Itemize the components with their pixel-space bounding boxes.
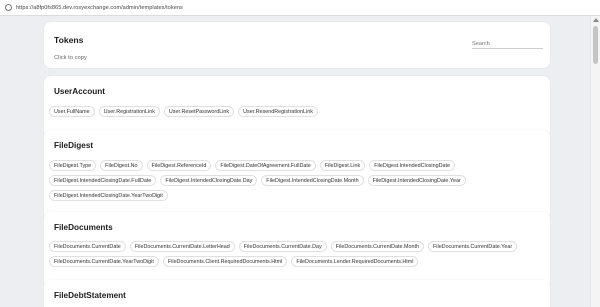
token-chip[interactable]: FileDocuments.CurrentDate.LetterHead [129,241,235,252]
token-chip[interactable]: FileDocuments.CurrentDate [49,241,126,252]
token-chip[interactable]: FileDigest.IntendedClosingDate.FullDate [49,175,157,186]
scroll-up-arrow-icon[interactable] [593,18,599,22]
section-filedocuments: FileDocuments FileDocuments.CurrentDate F… [44,212,550,288]
token-chip[interactable]: FileDigest.IntendedClosingDate.Day [160,175,258,186]
token-chip[interactable]: FileDocuments.CurrentDate.YearTwoDigit [49,256,159,267]
click-to-copy-hint: Click to copy [54,55,87,61]
token-chip[interactable]: FileDocuments.CurrentDate.Month [330,241,424,252]
token-chip[interactable]: FileDocuments.CurrentDate.Year [428,241,518,252]
token-chip[interactable]: FileDigest.IntendedClosingDate.Month [261,175,364,186]
tokens-page: Tokens Click to copy UserAccount User.Fu… [0,16,590,307]
section-title: FileDocuments [54,223,113,232]
token-chip[interactable]: User.RegistrationLink [98,106,160,117]
section-useraccount: UserAccount User.FullName User.Registrati… [44,76,550,138]
token-chip[interactable]: FileDigest.IntendedClosingDate [369,160,456,171]
page-title: Tokens [54,35,84,45]
token-chip[interactable]: FileDigest.DateOfAgreement.FullDate [215,160,316,171]
token-list: FileDigest.Type FileDigest.No FileDigest.R… [49,160,545,201]
section-title: FileDebtStatement [54,291,126,300]
section-filedigest: FileDigest FileDigest.Type FileDigest.No F… [44,130,550,220]
token-chip[interactable]: FileDigest.Type [49,160,97,171]
tokens-header-card: Tokens Click to copy [44,22,550,68]
section-title: UserAccount [54,87,105,96]
token-chip[interactable]: FileDocuments.Lender.RequiredDocuments.H… [291,256,419,267]
token-chip[interactable]: FileDigest.No [100,160,143,171]
token-chip[interactable]: User.ResendRegistrationLink [238,106,318,117]
section-filedebtstatement: FileDebtStatement [44,280,550,307]
url-text[interactable]: https://a8fp0fs865.dev.rosyexchange.com/… [16,5,183,11]
section-title: FileDigest [54,141,94,150]
token-chip[interactable]: User.ResetPasswordLink [163,106,235,117]
token-chip[interactable]: FileDigest.ReferenceId [146,160,212,171]
token-chip[interactable]: FileDigest.Link [319,160,366,171]
site-info-icon[interactable] [5,4,12,11]
token-chip[interactable]: FileDocuments.CurrentDate.Day [238,241,327,252]
token-chip[interactable]: User.FullName [49,106,95,117]
scrollbar-thumb[interactable] [593,26,598,64]
token-chip[interactable]: FileDigest.IntendedClosingDate.YearTwoDi… [49,190,168,201]
token-list: FileDocuments.CurrentDate FileDocuments.C… [49,241,545,267]
token-chip[interactable]: FileDigest.IntendedClosingDate.Year [367,175,466,186]
token-list: User.FullName User.RegistrationLink User.R… [49,106,545,117]
search-input[interactable] [472,39,543,49]
token-chip[interactable]: FileDocuments.Client.RequiredDocuments.H… [162,256,288,267]
address-bar[interactable]: https://a8fp0fs865.dev.rosyexchange.com/… [0,0,600,16]
page-scrollbar[interactable] [590,16,600,307]
